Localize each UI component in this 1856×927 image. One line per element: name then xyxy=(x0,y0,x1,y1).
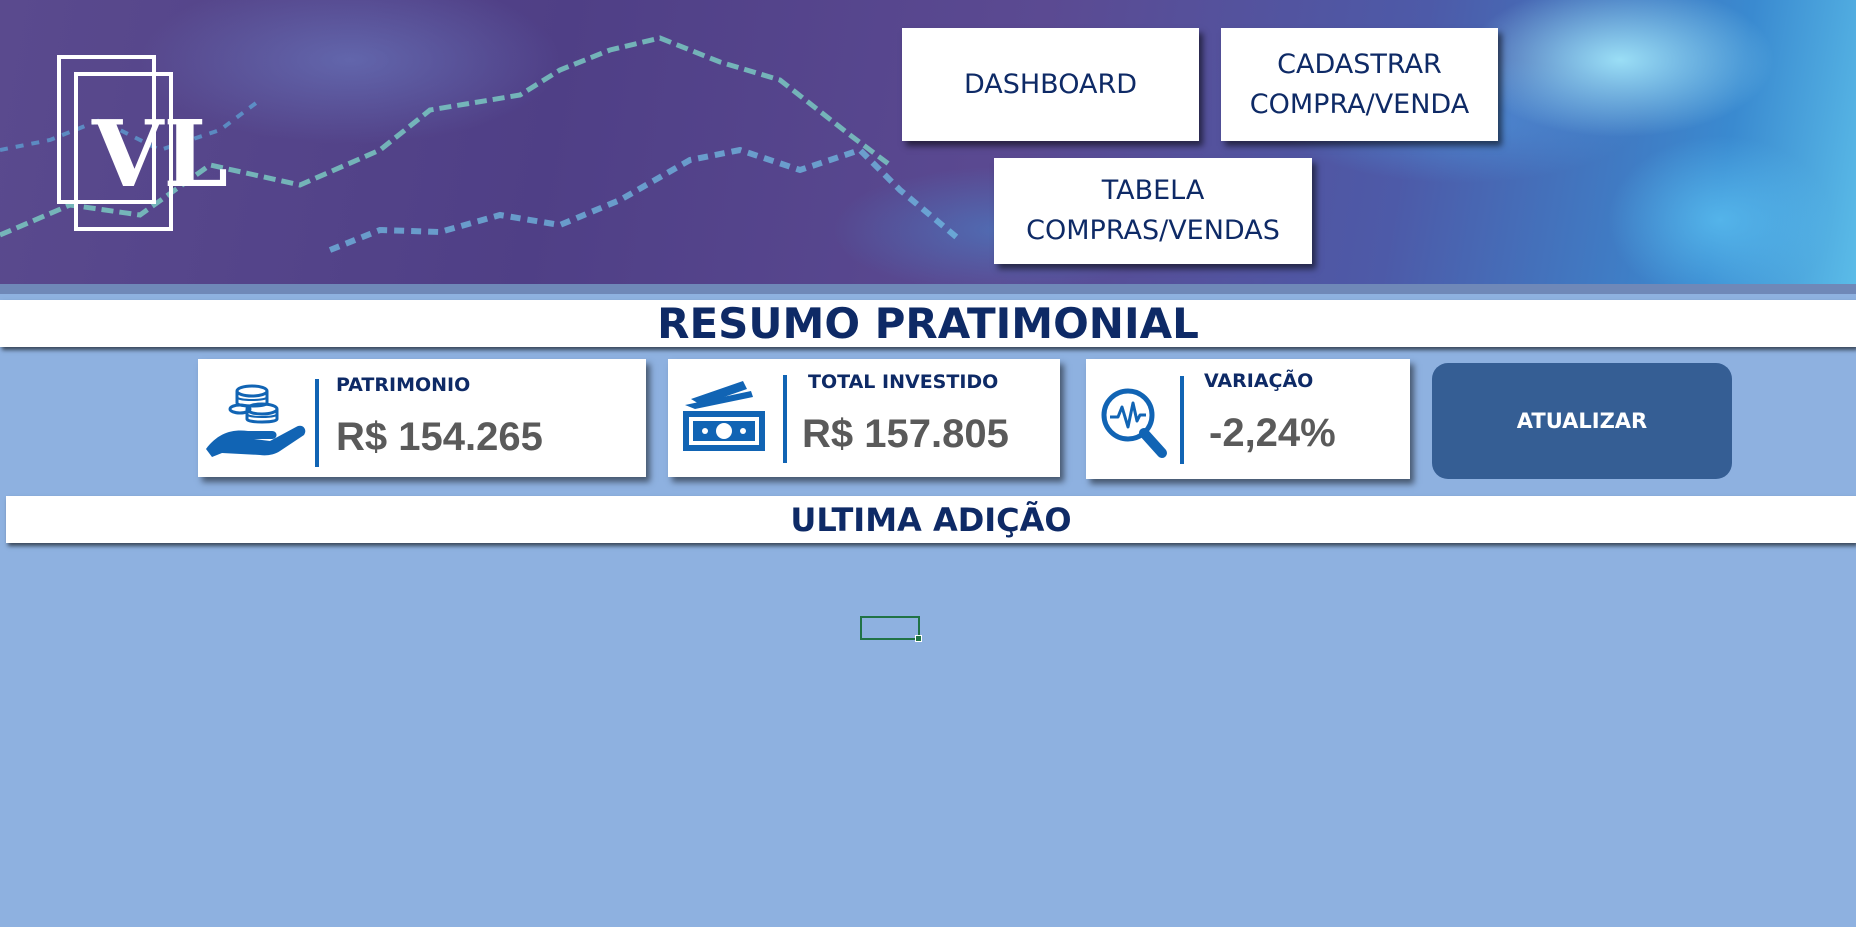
coins-hand-icon xyxy=(206,384,306,457)
tabela-label-line1: TABELA xyxy=(1101,175,1205,206)
banner-bottom-strip xyxy=(0,284,1856,294)
ultima-adicao-header: ULTIMA ADIÇÃO xyxy=(6,496,1856,543)
cadastrar-label-line2: COMPRA/VENDA xyxy=(1249,88,1470,120)
logo-text: VL xyxy=(91,100,228,208)
atualizar-label: ATUALIZAR xyxy=(1516,409,1648,433)
cadastrar-label-line1: CADASTRAR xyxy=(1277,48,1442,80)
selected-cell[interactable] xyxy=(860,616,922,642)
dashboard-button[interactable]: DASHBOARD xyxy=(902,28,1199,141)
ultima-adicao-title: ULTIMA ADIÇÃO xyxy=(790,500,1072,539)
magnifier-pulse-icon xyxy=(1101,388,1167,458)
patrimonio-card: PATRIMONIO R$ 154.265 xyxy=(198,359,646,477)
total-investido-card: TOTAL INVESTIDO R$ 157.805 xyxy=(668,359,1060,477)
money-bills-icon xyxy=(683,381,765,451)
patrimonio-divider xyxy=(315,379,319,467)
variacao-card: VARIAÇÃO -2,24% xyxy=(1086,359,1410,479)
total-investido-value: R$ 157.805 xyxy=(802,412,1009,456)
tabela-compras-vendas-button[interactable]: TABELA COMPRAS/VENDAS xyxy=(994,158,1312,264)
dashboard-button-label: DASHBOARD xyxy=(963,68,1138,100)
resumo-header: RESUMO PRATIMONIAL xyxy=(0,299,1856,348)
resumo-title: RESUMO PRATIMONIAL xyxy=(657,299,1199,348)
tabela-label-line2: COMPRAS/VENDAS xyxy=(1026,215,1280,246)
patrimonio-label: PATRIMONIO xyxy=(336,374,471,396)
atualizar-button[interactable]: ATUALIZAR xyxy=(1432,363,1732,479)
variacao-value: -2,24% xyxy=(1209,411,1336,455)
total-investido-label: TOTAL INVESTIDO xyxy=(808,371,999,393)
dashboard-sheet: VL DASHBOARD CADASTRAR COMPRA/VENDA TABE… xyxy=(0,0,1856,927)
patrimonio-value: R$ 154.265 xyxy=(336,415,543,459)
cadastrar-compra-venda-button[interactable]: CADASTRAR COMPRA/VENDA xyxy=(1221,28,1498,141)
variacao-label: VARIAÇÃO xyxy=(1204,370,1314,392)
total-investido-divider xyxy=(783,375,787,463)
variacao-divider xyxy=(1180,376,1184,464)
vl-logo: VL xyxy=(57,55,228,231)
